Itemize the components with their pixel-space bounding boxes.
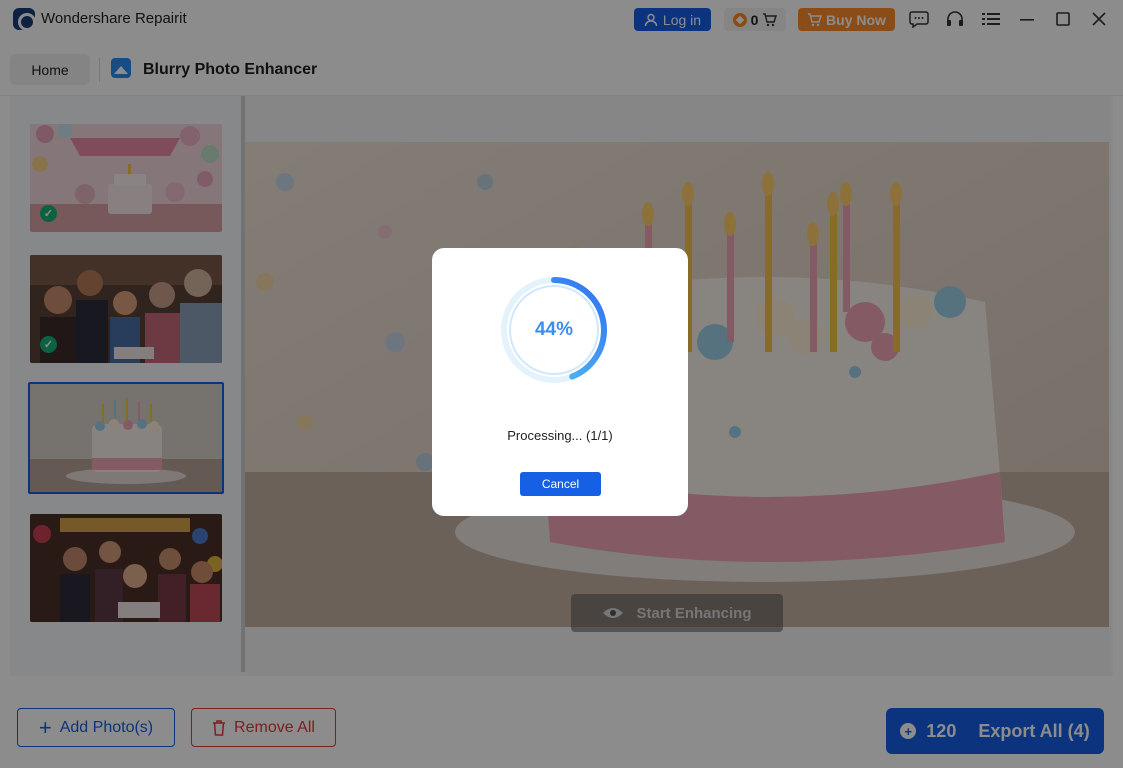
progress-percent: 44% (534, 319, 574, 340)
processing-status: Processing... (1/1) (507, 428, 613, 443)
processing-dialog: 44% Processing... (1/1) Cancel (432, 248, 688, 516)
cancel-button[interactable]: Cancel (520, 472, 601, 496)
progress-ring: 44% (498, 274, 610, 386)
